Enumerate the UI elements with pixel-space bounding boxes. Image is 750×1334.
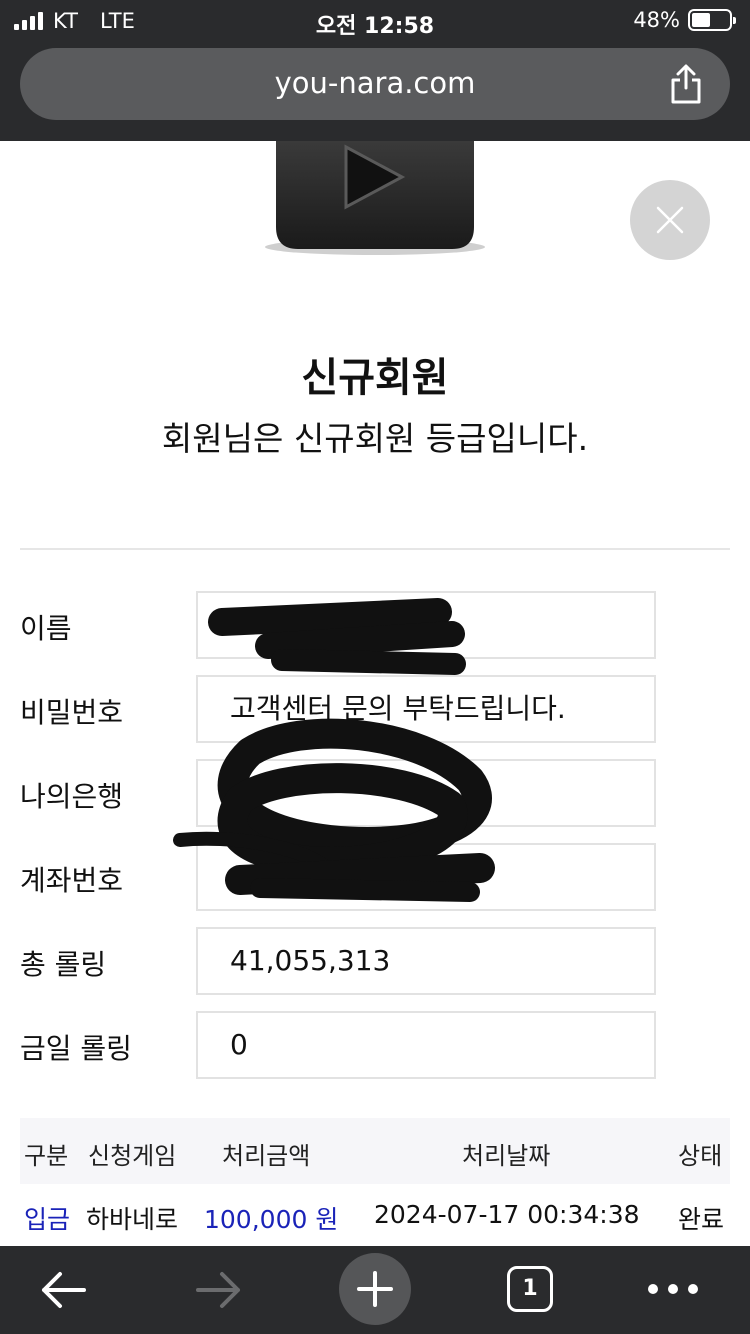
field-label-name: 이름 xyxy=(20,612,72,645)
field-row-total-rolling: 총 롤링 41,055,313 xyxy=(20,927,660,995)
row-game: 하바네로 xyxy=(86,1205,179,1234)
header-amount: 처리금액 xyxy=(222,1142,311,1170)
share-icon[interactable] xyxy=(668,64,704,104)
row-date: 2024-07-17 00:34:38 xyxy=(374,1200,640,1229)
battery-percent: 48% xyxy=(633,8,680,32)
divider xyxy=(20,548,730,550)
row-status: 완료 xyxy=(678,1205,725,1234)
more-icon[interactable] xyxy=(648,1284,698,1294)
play-button-logo-icon xyxy=(265,141,485,255)
close-icon xyxy=(656,206,684,234)
field-value-account[interactable] xyxy=(196,843,656,911)
membership-title: 신규회원 xyxy=(301,355,449,401)
field-row-today-rolling: 금일 롤링 0 xyxy=(20,1011,660,1079)
row-type: 입금 xyxy=(24,1205,71,1234)
membership-subtitle: 회원님은 신규회원 등급입니다. xyxy=(161,419,589,458)
new-tab-button[interactable] xyxy=(339,1253,411,1325)
field-label-bank: 나의은행 xyxy=(20,780,124,813)
status-right: 48% xyxy=(633,8,736,32)
status-bar: KT LTE 오전 12:58 48% xyxy=(0,0,750,42)
header-status: 상태 xyxy=(678,1142,723,1170)
history-table-header: 구분 신청게임 처리금액 처리날짜 상태 xyxy=(20,1118,730,1184)
field-value-password[interactable]: 고객센터 문의 부탁드립니다. xyxy=(196,675,656,743)
field-value-bank[interactable] xyxy=(196,759,656,827)
field-label-account: 계좌번호 xyxy=(20,864,124,897)
table-row: 입금 하바네로 100,000 원 2024-07-17 00:34:38 완료 xyxy=(20,1184,730,1246)
browser-toolbar: 1 xyxy=(0,1246,750,1334)
header-type: 구분 xyxy=(24,1142,69,1170)
field-row-account: 계좌번호 xyxy=(20,843,660,911)
browser-top-chrome: KT LTE 오전 12:58 48% you-nara.com xyxy=(0,0,750,141)
field-label-today-rolling: 금일 롤링 xyxy=(20,1032,132,1065)
close-button[interactable] xyxy=(630,180,710,260)
plus-icon xyxy=(357,1271,393,1307)
back-arrow-icon[interactable] xyxy=(40,1270,86,1310)
url-text[interactable]: you-nara.com xyxy=(20,66,730,100)
field-row-name: 이름 xyxy=(20,591,660,659)
field-row-password: 비밀번호 고객센터 문의 부탁드립니다. xyxy=(20,675,660,743)
tab-count-button[interactable]: 1 xyxy=(507,1266,553,1312)
header-date: 처리날짜 xyxy=(462,1142,551,1170)
field-value-today-rolling[interactable]: 0 xyxy=(196,1011,656,1079)
row-amount: 100,000 원 xyxy=(204,1205,339,1234)
battery-icon xyxy=(688,9,736,31)
field-label-password: 비밀번호 xyxy=(20,696,124,729)
field-row-bank: 나의은행 xyxy=(20,759,660,827)
field-label-total-rolling: 총 롤링 xyxy=(20,948,107,981)
field-value-total-rolling[interactable]: 41,055,313 xyxy=(196,927,656,995)
field-value-name[interactable] xyxy=(196,591,656,659)
address-bar[interactable]: you-nara.com xyxy=(20,48,730,120)
forward-arrow-icon[interactable] xyxy=(196,1270,242,1310)
header-game: 신청게임 xyxy=(88,1142,177,1170)
